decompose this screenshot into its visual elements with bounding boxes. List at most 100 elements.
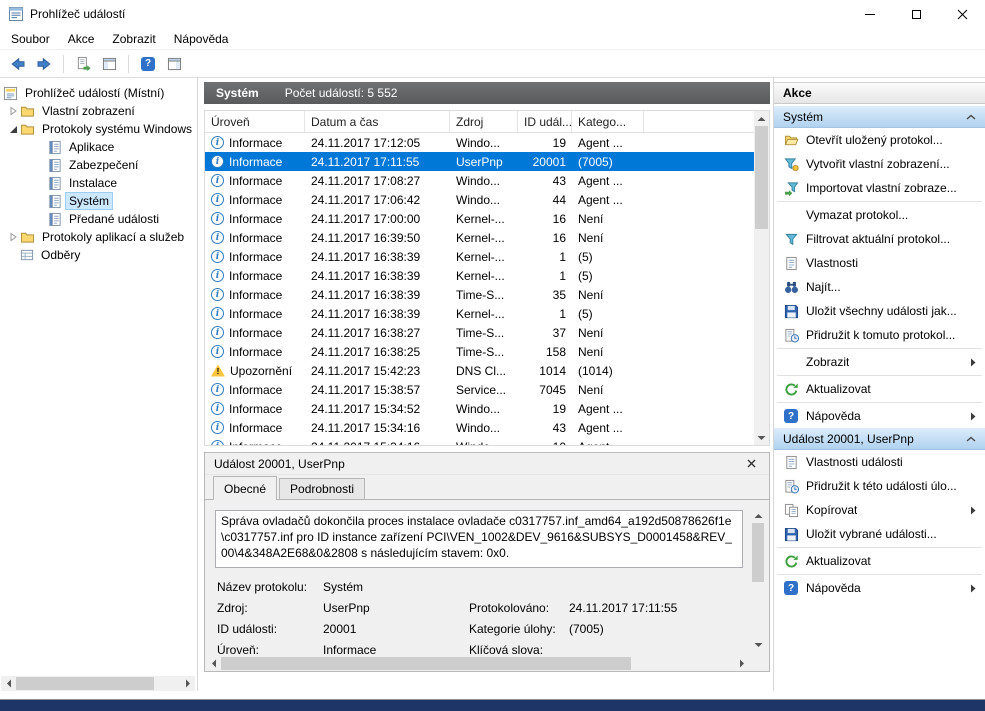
action-section-system[interactable]: Systém — [774, 106, 985, 128]
column-header-id-udal[interactable]: ID udál... — [518, 111, 572, 132]
action-kopirovat[interactable]: Kopírovat — [774, 498, 985, 522]
event-row[interactable]: iInformace24.11.2017 17:06:42Windo...44A… — [205, 190, 754, 209]
action-napoveda[interactable]: ?Nápověda — [774, 404, 985, 428]
event-row[interactable]: iInformace24.11.2017 16:38:39Kernel-...1… — [205, 247, 754, 266]
action-pridruzit-k-teto-udalosti-ulo[interactable]: Přidružit k této události úlo... — [774, 474, 985, 498]
action-vytvorit-vlastni-zobrazeni[interactable]: Vytvořit vlastní zobrazení... — [774, 152, 985, 176]
tab-general[interactable]: Obecné — [213, 476, 277, 500]
action-pane-button[interactable] — [162, 52, 186, 76]
toolbar-separator — [63, 55, 64, 73]
action-label: Přidružit k této události úlo... — [806, 479, 957, 493]
scrollbar-track[interactable] — [16, 676, 180, 691]
close-icon — [747, 459, 756, 468]
action-separator — [777, 574, 982, 575]
scrollbar-track[interactable] — [751, 523, 765, 637]
tree-horizontal-scrollbar[interactable] — [1, 676, 195, 691]
tree-item-predane-udalosti[interactable]: Předané události — [0, 210, 197, 228]
menu-zobrazit[interactable]: Zobrazit — [103, 29, 164, 49]
event-row[interactable]: iInformace24.11.2017 16:38:39Kernel-...1… — [205, 266, 754, 285]
scroll-down-arrow-icon[interactable] — [751, 637, 766, 652]
tree-item-vlastni-zobrazeni[interactable]: Vlastní zobrazení — [0, 102, 197, 120]
action-najit[interactable]: Najít... — [774, 275, 985, 299]
scrollbar-thumb[interactable] — [221, 657, 631, 670]
event-row[interactable]: iInformace24.11.2017 17:11:55UserPnp2000… — [205, 152, 754, 171]
event-row[interactable]: iInformace24.11.2017 16:38:39Kernel-...1… — [205, 304, 754, 323]
event-row[interactable]: iInformace24.11.2017 16:38:25Time-S...15… — [205, 342, 754, 361]
tree-item-protokoly-systemu-windows[interactable]: Protokoly systému Windows — [0, 120, 197, 138]
action-ulozit-vsechny-udalosti-jak[interactable]: Uložit všechny události jak... — [774, 299, 985, 323]
close-button[interactable] — [939, 0, 985, 28]
scrollbar-thumb[interactable] — [16, 677, 154, 690]
tree-item-odbery[interactable]: Odběry — [0, 246, 197, 264]
log-icon — [48, 158, 62, 173]
scroll-right-arrow-icon[interactable] — [734, 656, 749, 671]
tree-item-protokoly-aplikaci-a-sluzeb[interactable]: Protokoly aplikací a služeb — [0, 228, 197, 246]
event-row[interactable]: iInformace24.11.2017 17:00:00Kernel-...1… — [205, 209, 754, 228]
scrollbar-track[interactable] — [221, 656, 734, 671]
tab-details[interactable]: Podrobnosti — [279, 478, 365, 500]
menu-soubor[interactable]: Soubor — [2, 29, 59, 49]
action-zobrazit[interactable]: Zobrazit — [774, 350, 985, 374]
taskbar[interactable] — [0, 700, 985, 711]
help-button[interactable]: ? — [136, 52, 160, 76]
action-separator — [777, 375, 982, 376]
tree-item-instalace[interactable]: Instalace — [0, 174, 197, 192]
column-header-datum-a-cas[interactable]: Datum a čas — [305, 111, 450, 132]
event-row[interactable]: iInformace24.11.2017 15:38:57Service...7… — [205, 380, 754, 399]
action-vlastnosti-udalosti[interactable]: Vlastnosti události — [774, 450, 985, 474]
action-vymazat-protokol[interactable]: Vymazat protokol... — [774, 203, 985, 227]
action-importovat-vlastni-zobraze[interactable]: Importovat vlastní zobraze... — [774, 176, 985, 200]
expand-arrow-icon[interactable] — [6, 106, 20, 116]
action-aktualizovat[interactable]: Aktualizovat — [774, 377, 985, 401]
collapse-arrow-icon[interactable] — [6, 125, 20, 134]
scroll-up-arrow-icon[interactable] — [751, 508, 766, 523]
action-pridruzit-k-tomuto-protokol[interactable]: Přidružit k tomuto protokol... — [774, 323, 985, 347]
action-napoveda[interactable]: ?Nápověda — [774, 576, 985, 600]
event-row[interactable]: iInformace24.11.2017 16:38:39Time-S...35… — [205, 285, 754, 304]
event-row[interactable]: iInformace24.11.2017 16:38:27Time-S...37… — [205, 323, 754, 342]
event-row[interactable]: iInformace24.11.2017 16:39:50Kernel-...1… — [205, 228, 754, 247]
scroll-down-arrow-icon[interactable] — [754, 430, 769, 445]
event-row[interactable]: iInformace24.11.2017 15:34:52Windo...19A… — [205, 399, 754, 418]
minimize-button[interactable] — [847, 0, 893, 28]
tree-item-system[interactable]: Systém — [0, 192, 197, 210]
column-header-uroven[interactable]: Úroveň — [205, 111, 305, 132]
event-row[interactable]: iInformace24.11.2017 15:34:16Windo...43A… — [205, 418, 754, 437]
export-list-button[interactable] — [71, 52, 95, 76]
preview-close-button[interactable] — [742, 455, 760, 473]
action-vlastnosti[interactable]: Vlastnosti — [774, 251, 985, 275]
maximize-button[interactable] — [893, 0, 939, 28]
action-ulozit-vybrane-udalosti[interactable]: Uložit vybrané události... — [774, 522, 985, 546]
scrollbar-track[interactable] — [754, 126, 769, 430]
scroll-up-arrow-icon[interactable] — [754, 111, 769, 126]
scrollbar-thumb[interactable] — [755, 126, 768, 229]
tree-item-aplikace[interactable]: Aplikace — [0, 138, 197, 156]
event-row[interactable]: iInformace24.11.2017 15:34:16Windo...10A… — [205, 437, 754, 445]
menu-akce[interactable]: Akce — [59, 29, 104, 49]
preview-scrollbar[interactable] — [751, 508, 765, 652]
tree-item-prohlizec-udalosti-mistni[interactable]: Prohlížeč událostí (Místní) — [0, 84, 197, 102]
event-table-scrollbar[interactable] — [754, 111, 769, 445]
event-row[interactable]: iInformace24.11.2017 17:08:27Windo...43A… — [205, 171, 754, 190]
scrollbar-thumb[interactable] — [752, 523, 764, 582]
action-aktualizovat[interactable]: Aktualizovat — [774, 549, 985, 573]
back-arrow-button[interactable] — [6, 52, 30, 76]
scroll-left-arrow-icon[interactable] — [206, 656, 221, 671]
tree-item-zabezpeceni[interactable]: Zabezpečení — [0, 156, 197, 174]
event-row[interactable]: iInformace24.11.2017 17:12:05Windo...19A… — [205, 133, 754, 152]
scroll-left-arrow-icon[interactable] — [1, 676, 16, 691]
scroll-right-arrow-icon[interactable] — [180, 676, 195, 691]
column-header-zdroj[interactable]: Zdroj — [450, 111, 518, 132]
event-row[interactable]: !Upozornění24.11.2017 15:42:23DNS Cl...1… — [205, 361, 754, 380]
action-otevrit-ulozeny-protokol[interactable]: Otevřít uložený protokol... — [774, 128, 985, 152]
action-filtrovat-aktualni-protokol[interactable]: Filtrovat aktuální protokol... — [774, 227, 985, 251]
cell-source: UserPnp — [450, 155, 518, 169]
console-tree-button[interactable] — [97, 52, 121, 76]
expand-arrow-icon[interactable] — [6, 232, 20, 242]
properties-icon — [783, 256, 799, 271]
menu-napoveda[interactable]: Nápověda — [165, 29, 238, 49]
column-header-katego[interactable]: Katego... — [572, 111, 644, 132]
forward-arrow-button[interactable] — [32, 52, 56, 76]
preview-horizontal-scrollbar[interactable] — [206, 656, 749, 671]
action-section-udalost-20001-userpnp[interactable]: Událost 20001, UserPnp — [774, 428, 985, 450]
